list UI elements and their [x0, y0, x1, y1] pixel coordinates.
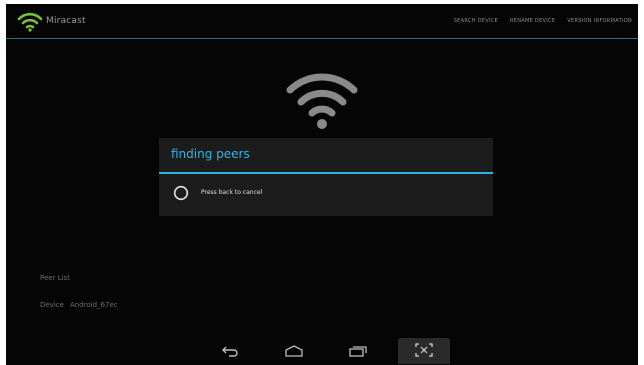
device-info: Device Android_67ec [40, 301, 118, 309]
peer-list-heading: Peer List [40, 274, 70, 282]
back-icon [221, 342, 239, 361]
recent-apps-button[interactable] [340, 338, 376, 364]
spinner-icon [173, 185, 189, 201]
action-menu: SEARCH DEVICE RENAME DEVICE VERSION INFO… [454, 18, 632, 24]
action-bar: Miracast SEARCH DEVICE RENAME DEVICE VER… [6, 4, 638, 39]
dialog-title: finding peers [171, 147, 250, 161]
back-button[interactable] [212, 338, 248, 364]
home-icon [284, 342, 304, 361]
search-device-menu-item[interactable]: SEARCH DEVICE [454, 18, 498, 24]
rename-device-menu-item[interactable]: RENAME DEVICE [510, 18, 555, 24]
device-label: Device [40, 301, 64, 309]
wifi-icon [284, 64, 360, 130]
dialog-divider [159, 172, 493, 174]
screen: Miracast SEARCH DEVICE RENAME DEVICE VER… [6, 4, 638, 365]
home-button[interactable] [276, 338, 312, 364]
app-title: Miracast [46, 16, 86, 26]
screenshot-icon [415, 342, 433, 361]
version-information-menu-item[interactable]: VERSION INFORMATION [567, 18, 632, 24]
dialog-message: Press back to cancel [201, 189, 263, 196]
finding-peers-dialog: finding peers Press back to cancel [159, 138, 493, 216]
device-name: Android_67ec [69, 301, 118, 309]
screenshot-button[interactable] [398, 338, 450, 364]
wifi-icon [16, 10, 44, 32]
recent-apps-icon [348, 342, 368, 361]
